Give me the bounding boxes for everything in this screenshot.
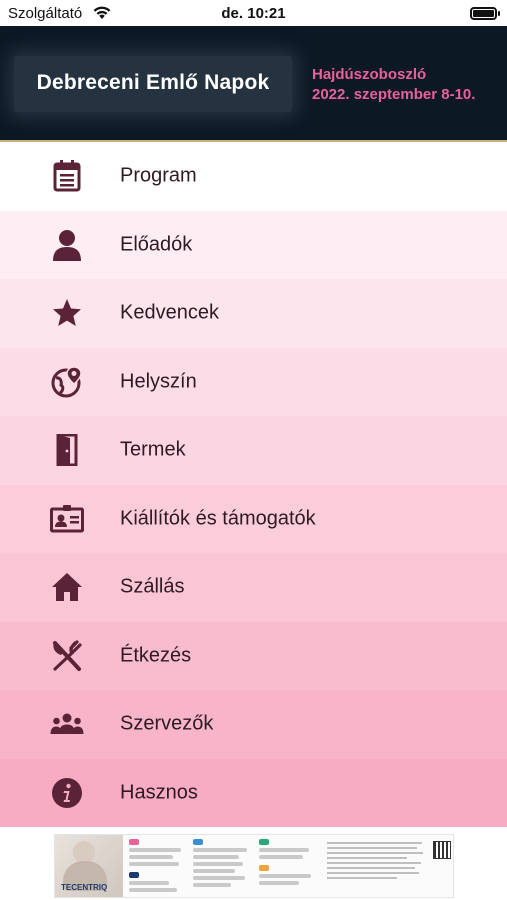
menu-item-szervezok[interactable]: Szervezők (0, 690, 507, 759)
menu-item-label: Étkezés (120, 644, 192, 667)
menu-item-kiallitok[interactable]: Kiállítók és támogatók (0, 484, 507, 553)
ad-brand: TECENTRIQ (61, 883, 108, 892)
menu-item-helyszin[interactable]: Helyszín (0, 347, 507, 416)
id-card-icon (50, 502, 84, 536)
menu-item-szallas[interactable]: Szállás (0, 553, 507, 622)
menu-item-label: Termek (120, 438, 186, 461)
fork-knife-icon (50, 639, 84, 673)
info-icon (50, 776, 84, 810)
event-dates: 2022. szeptember 8-10. (312, 86, 476, 103)
menu-item-termek[interactable]: Termek (0, 416, 507, 485)
sponsor-ad[interactable]: TECENTRIQ (54, 834, 454, 898)
ad-column (129, 839, 187, 895)
star-icon (50, 296, 84, 330)
event-location: Hajdúszoboszló (312, 66, 427, 83)
calendar-icon (50, 159, 84, 193)
menu-item-label: Kedvencek (120, 301, 219, 324)
app-header: Debreceni Emlő Napok Hajdúszoboszló 2022… (0, 26, 507, 142)
menu-item-label: Szervezők (120, 712, 214, 735)
menu-item-eloadok[interactable]: Előadók (0, 210, 507, 279)
sponsor-banner[interactable]: TECENTRIQ (0, 832, 507, 900)
menu-item-kedvencek[interactable]: Kedvencek (0, 279, 507, 348)
menu-item-program[interactable]: Program (0, 142, 507, 211)
status-bar: Szolgáltató de. 10:21 (0, 0, 507, 26)
event-title: Debreceni Emlő Napok (36, 71, 270, 94)
ad-fine-print (327, 839, 427, 882)
group-icon (50, 707, 84, 741)
ad-column (259, 839, 317, 895)
menu-item-label: Kiállítók és támogatók (120, 507, 316, 530)
main-menu: Program Előadók Kedvencek Helyszín Terme… (0, 142, 507, 827)
ad-column (193, 839, 251, 895)
globe-location-icon (50, 365, 84, 399)
status-time: de. 10:21 (221, 5, 286, 22)
event-title-box: Debreceni Emlő Napok (14, 56, 292, 112)
menu-item-label: Előadók (120, 233, 193, 256)
ad-photo: TECENTRIQ (55, 835, 123, 897)
battery-icon (470, 7, 500, 20)
menu-item-etkezes[interactable]: Étkezés (0, 621, 507, 690)
menu-item-label: Helyszín (120, 370, 197, 393)
menu-item-label: Hasznos (120, 781, 198, 804)
home-icon (50, 570, 84, 604)
door-icon (50, 433, 84, 467)
menu-item-label: Szállás (120, 575, 185, 598)
person-icon (50, 228, 84, 262)
qr-code-icon (433, 841, 451, 859)
menu-item-hasznos[interactable]: Hasznos (0, 758, 507, 827)
menu-item-label: Program (120, 164, 197, 187)
